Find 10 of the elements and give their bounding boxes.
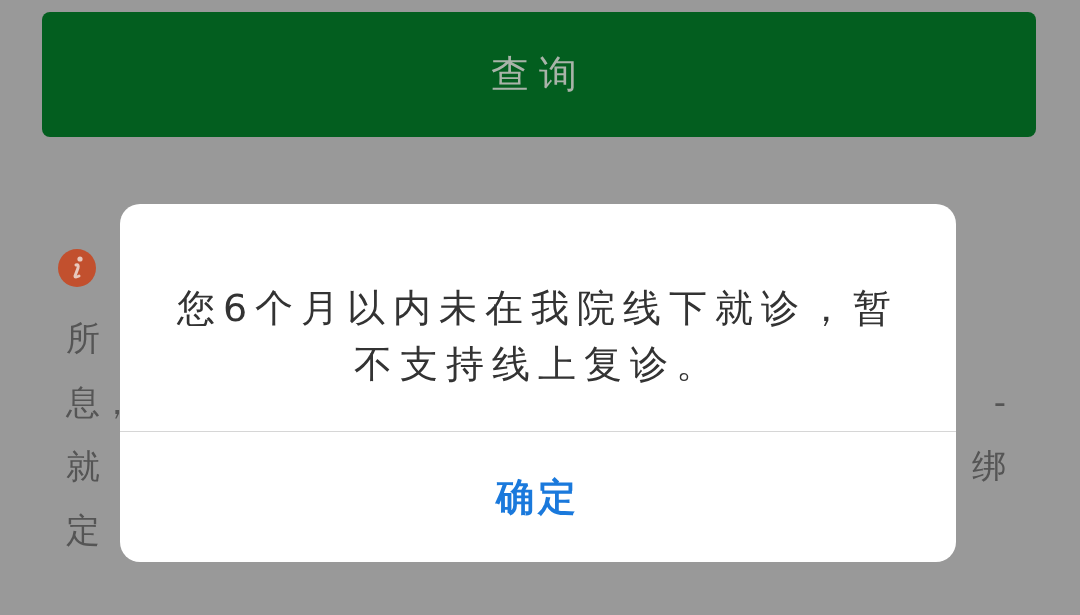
query-button[interactable]: 查询 (42, 12, 1036, 137)
notice-text: 定 (66, 508, 100, 552)
dialog-message: 您6个月以内未在我院线下就诊，暂不支持线上复诊。 (175, 284, 901, 388)
notice-text: 就 (66, 444, 100, 488)
confirm-button[interactable]: 确定 (120, 431, 956, 562)
notice-text: 绑 (972, 444, 1006, 488)
notice-text: 息， (66, 380, 134, 424)
info-icon (58, 249, 96, 287)
notice-text: - (993, 380, 1006, 424)
notice-text: 所 (66, 316, 100, 360)
